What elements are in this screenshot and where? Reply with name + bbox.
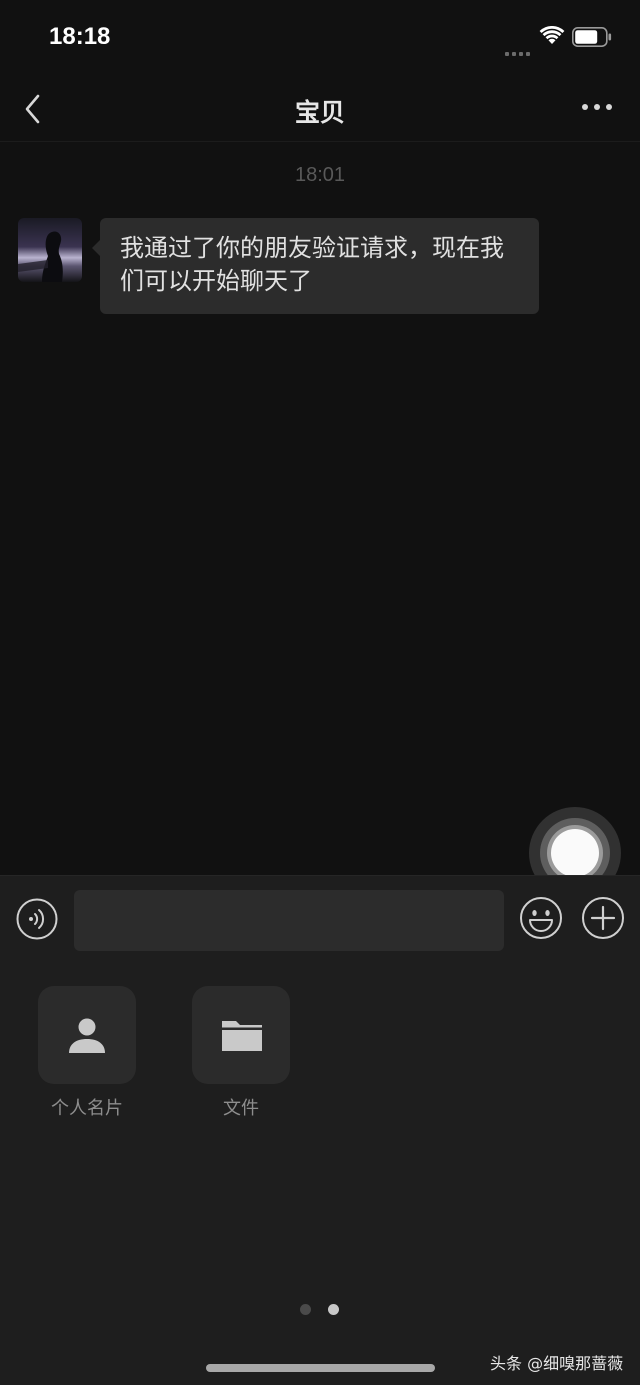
home-indicator[interactable] (206, 1364, 435, 1372)
status-time: 18:18 (49, 23, 111, 50)
more-dots-icon (582, 104, 612, 110)
emoji-button[interactable] (519, 896, 563, 940)
folder-icon (222, 1021, 262, 1051)
assistive-touch-core (551, 829, 599, 877)
bubble-tail (92, 240, 100, 256)
contact-avatar[interactable] (18, 218, 82, 282)
voice-icon (16, 898, 58, 940)
panel-item-label: 个人名片 (51, 1098, 123, 1119)
message-timestamp: 18:01 (294, 164, 346, 186)
panel-item-contact-card[interactable]: 个人名片 (38, 986, 136, 1120)
cellular-signal-icon (505, 41, 535, 56)
voice-input-button[interactable] (16, 898, 58, 940)
input-bar (0, 875, 640, 963)
panel-item-label: 文件 (223, 1098, 259, 1119)
watermark: 头条 @细嗅那蔷薇 (490, 1354, 624, 1373)
nav-bar: 宝贝 (0, 76, 640, 142)
person-card-icon (69, 1018, 105, 1053)
page-indicator (300, 1300, 356, 1315)
page-dot-1[interactable] (300, 1304, 311, 1315)
battery-icon (572, 27, 612, 47)
emoji-smile-icon (520, 897, 562, 939)
avatar-image (18, 218, 82, 282)
plus-circle-icon (582, 897, 624, 939)
status-bar: 18:18 (0, 0, 640, 76)
chat-title: 宝贝 (294, 98, 345, 127)
chat-area: 18:01 我通过了你的朋友验证请求，现在我们可以开始聊天了 (0, 142, 640, 899)
more-functions-button[interactable] (581, 896, 625, 940)
more-button[interactable] (580, 98, 614, 116)
file-tile (192, 986, 290, 1084)
wifi-icon (539, 26, 565, 44)
panel-item-file[interactable]: 文件 (192, 986, 290, 1120)
message-bubble[interactable]: 我通过了你的朋友验证请求，现在我们可以开始聊天了 (92, 218, 539, 314)
function-panel: 个人名片 文件 (0, 962, 640, 1385)
message-text: 我通过了你的朋友验证请求，现在我们可以开始聊天了 (120, 234, 504, 295)
page-dot-2-active[interactable] (328, 1304, 339, 1315)
contact-card-tile (38, 986, 136, 1084)
message-input[interactable] (74, 890, 504, 951)
